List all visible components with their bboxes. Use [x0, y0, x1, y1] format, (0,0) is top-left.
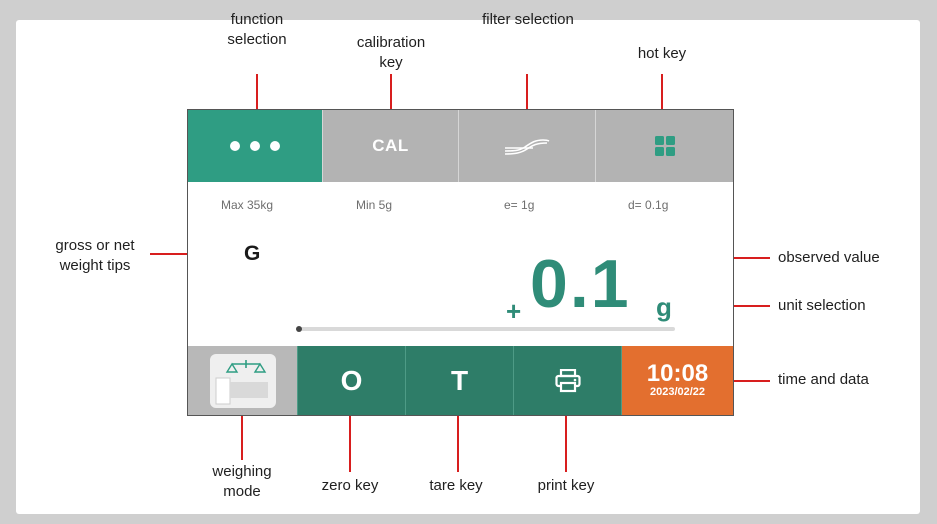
- top-bar: CAL: [188, 110, 733, 182]
- callout-time-and-data: time and data: [778, 371, 869, 388]
- printer-icon: [554, 368, 581, 392]
- print-button[interactable]: [513, 346, 621, 415]
- leader-function-selection: [256, 74, 258, 112]
- hot-key-button[interactable]: [595, 110, 733, 182]
- callout-weighing-mode: weighing mode: [212, 463, 272, 500]
- tare-label: T: [450, 364, 469, 396]
- tare-button[interactable]: T: [405, 346, 513, 415]
- leader-zero-key: [349, 410, 351, 472]
- leader-print-key: [565, 410, 567, 472]
- spec-max: Max 35kg: [221, 198, 274, 212]
- grid-icon: [654, 136, 675, 156]
- leader-filter-selection: [526, 74, 528, 112]
- weight-reading: + 0.1 g: [188, 250, 733, 330]
- callout-hot-key: hot key: [637, 45, 687, 62]
- spec-min: Min 5g: [356, 198, 393, 212]
- calibration-button[interactable]: CAL: [322, 110, 458, 182]
- cal-label: CAL: [372, 136, 409, 155]
- callout-unit-selection: unit selection: [778, 297, 866, 314]
- weighing-mode-button[interactable]: [188, 346, 297, 415]
- function-selection-button[interactable]: [188, 110, 322, 182]
- callout-gross-net: gross or net weight tips: [55, 237, 135, 274]
- zero-button[interactable]: O: [297, 346, 405, 415]
- filter-wave-icon: [504, 139, 550, 155]
- clock-time: 10:08: [646, 360, 709, 387]
- filter-selection-button[interactable]: [458, 110, 595, 182]
- weighing-mode-tile: [209, 353, 276, 408]
- capacity-progress-marker: [296, 326, 302, 332]
- observed-value: 0.1: [530, 246, 631, 322]
- callout-function-selection: function selection: [227, 11, 287, 48]
- reading-sign: +: [506, 296, 522, 326]
- clock-date: 2023/02/22: [649, 386, 706, 398]
- dots-icon: [230, 141, 280, 151]
- bottom-bar: O T 10:08 2023/02/22: [188, 346, 733, 415]
- callout-observed-value: observed value: [778, 249, 880, 266]
- spec-d: d= 0.1g: [628, 198, 669, 212]
- spec-row: Max 35kg Min 5g e= 1g d= 0.1g: [188, 198, 733, 218]
- capacity-progress-bar: [298, 327, 675, 331]
- callout-tare-key: tare key: [429, 477, 483, 494]
- callout-calibration-key: calibration key: [356, 34, 426, 71]
- callout-print-key: print key: [537, 477, 595, 494]
- scale-icon: [215, 359, 268, 404]
- leader-tare-key: [457, 410, 459, 472]
- spec-e: e= 1g: [504, 198, 535, 212]
- leader-calibration-key: [390, 74, 392, 112]
- zero-label: O: [340, 364, 363, 396]
- leader-hot-key: [661, 74, 663, 112]
- unit-selector[interactable]: g: [656, 292, 672, 323]
- callout-filter-selection: filter selection: [482, 11, 574, 28]
- scale-screen: CAL Max 35kg Min 5g e= 1g d= 0.1g G + 0.…: [187, 109, 734, 416]
- time-date-display[interactable]: 10:08 2023/02/22: [621, 346, 733, 415]
- callout-zero-key: zero key: [321, 477, 379, 494]
